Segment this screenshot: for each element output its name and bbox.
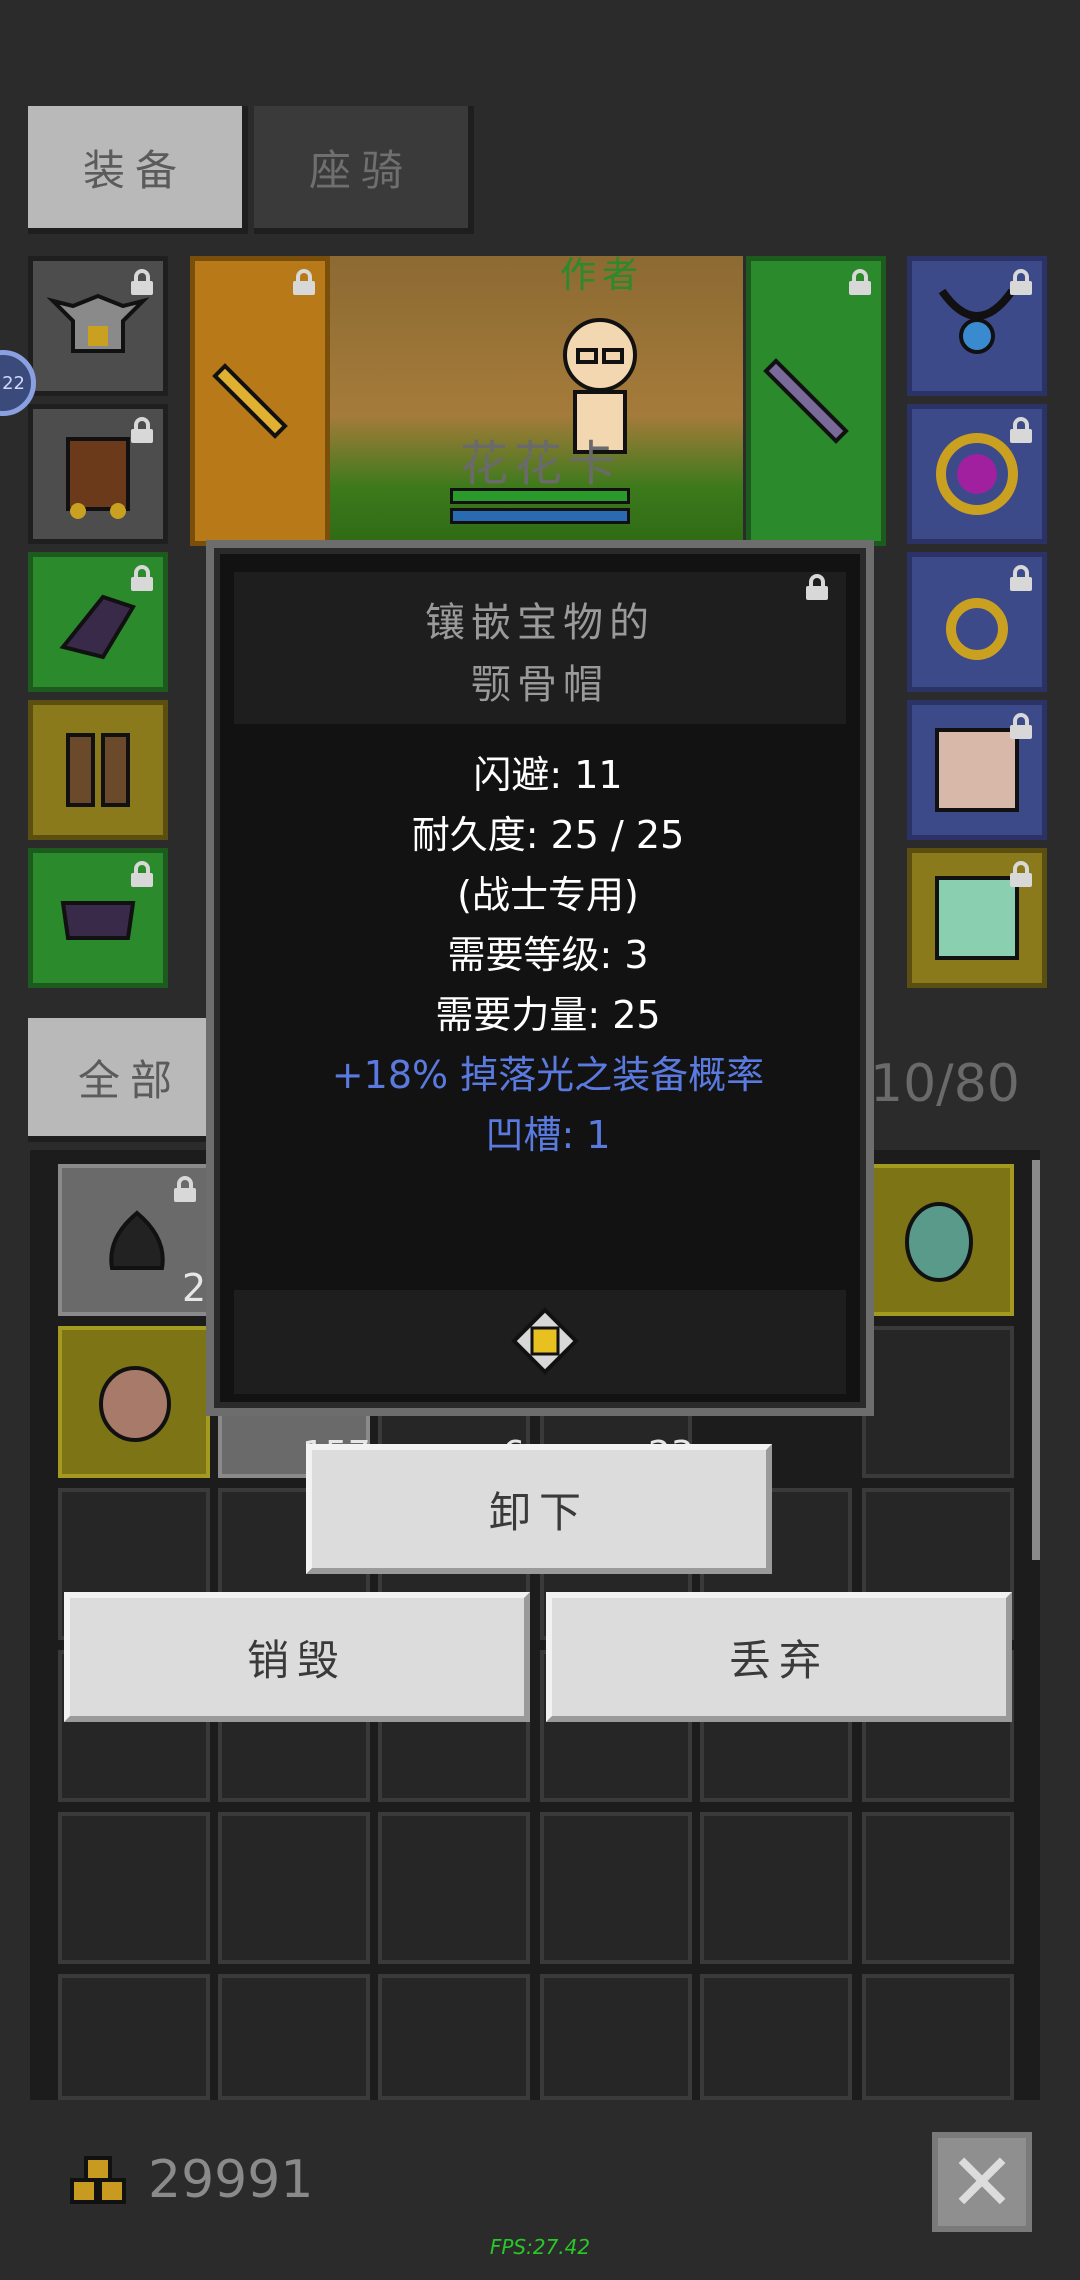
- lock-icon: [131, 861, 153, 887]
- item-name-line1: 镶嵌宝物的: [425, 600, 655, 646]
- lock-icon: [1010, 713, 1032, 739]
- inventory-cell[interactable]: [540, 1974, 692, 2100]
- green-egg-icon: [905, 1202, 973, 1282]
- brown-egg-icon: [99, 1366, 171, 1442]
- pet-slot-2[interactable]: [907, 848, 1047, 988]
- inventory-cell[interactable]: [58, 1326, 210, 1478]
- lock-icon: [1010, 861, 1032, 887]
- lock-icon: [131, 565, 153, 591]
- gold-pile-icon: [70, 2156, 126, 2204]
- lock-icon: [849, 269, 871, 295]
- inventory-cell[interactable]: [540, 1812, 692, 1964]
- inventory-cell[interactable]: [58, 1974, 210, 2100]
- side-badge-text: 22: [2, 372, 25, 394]
- lock-icon: [293, 269, 315, 295]
- dark-stone-icon: [109, 1210, 165, 1270]
- character-name: 花花卡: [460, 436, 623, 492]
- inventory-scrollbar[interactable]: [1032, 1160, 1040, 1560]
- lock-icon: [1010, 269, 1032, 295]
- stat-bonus-drop-rate: +18% 掉落光之装备概率: [331, 1053, 765, 1097]
- item-name-line2: 颚骨帽: [471, 662, 609, 708]
- item-count: 2: [182, 1266, 207, 1310]
- glove-slot[interactable]: [28, 552, 168, 692]
- inventory-cell[interactable]: [218, 1812, 370, 1964]
- inventory-cell[interactable]: [700, 1812, 852, 1964]
- socket-row: [234, 1290, 846, 1394]
- inventory-cell[interactable]: [862, 1812, 1014, 1964]
- stat-dodge: 闪避: 11: [473, 753, 623, 797]
- purple-sword-icon: [763, 358, 849, 444]
- close-button[interactable]: ✕: [932, 2132, 1032, 2232]
- boots-slot[interactable]: [28, 700, 168, 840]
- lock-icon: [1010, 565, 1032, 591]
- inventory-cell[interactable]: [862, 1326, 1014, 1478]
- inventory-cell[interactable]: [378, 1812, 530, 1964]
- helmet-slot[interactable]: [28, 256, 168, 396]
- stat-required-strength: 需要力量: 25: [435, 993, 661, 1037]
- amulet-slot[interactable]: [907, 256, 1047, 396]
- stat-durability: 耐久度: 25 / 25: [411, 813, 685, 857]
- stat-required-level: 需要等级: 3: [447, 933, 649, 977]
- gold-amount: 29991: [148, 2150, 314, 2210]
- weapon-slot[interactable]: [190, 256, 330, 546]
- offhand-slot[interactable]: [746, 256, 886, 546]
- inventory-cell[interactable]: [378, 1974, 530, 2100]
- health-bar: [450, 488, 630, 504]
- tab-equipment[interactable]: 装备: [28, 106, 248, 234]
- inventory-cell[interactable]: [218, 1974, 370, 2100]
- armor-slot[interactable]: [28, 404, 168, 544]
- ring-slot-1[interactable]: [907, 404, 1047, 544]
- inventory-cell[interactable]: 2: [58, 1164, 210, 1316]
- boots-icon: [66, 733, 130, 807]
- pants-slot[interactable]: [28, 848, 168, 988]
- ring-slot-2[interactable]: [907, 552, 1047, 692]
- socket-gem-icon: [511, 1307, 579, 1375]
- inventory-cell[interactable]: [862, 1974, 1014, 2100]
- mana-bar: [450, 508, 630, 524]
- tab-mount[interactable]: 座骑: [254, 106, 474, 234]
- item-tooltip: 镶嵌宝物的 颚骨帽 闪避: 11 耐久度: 25 / 25 (战士专用) 需要等…: [206, 540, 874, 1416]
- inventory-cell[interactable]: [58, 1812, 210, 1964]
- inventory-cell[interactable]: [700, 1974, 852, 2100]
- gold-sword-icon: [212, 363, 288, 439]
- lock-icon: [1010, 417, 1032, 443]
- discard-button[interactable]: 丢弃: [546, 1592, 1012, 1722]
- fps-counter: FPS:27.42: [489, 2235, 591, 2259]
- inventory-capacity: 10/80: [870, 1054, 1020, 1114]
- close-icon: ✕: [948, 2135, 1016, 2229]
- unequip-button[interactable]: 卸下: [306, 1444, 772, 1574]
- pet-slot-1[interactable]: [907, 700, 1047, 840]
- lock-icon[interactable]: [806, 574, 836, 608]
- stat-class-restriction: (战士专用): [457, 873, 639, 917]
- lock-icon: [131, 269, 153, 295]
- tooltip-header: 镶嵌宝物的 颚骨帽: [234, 572, 846, 724]
- stat-sockets: 凹槽: 1: [485, 1113, 611, 1157]
- character-title-label: 作者: [560, 255, 645, 296]
- lock-icon: [131, 417, 153, 443]
- inventory-cell[interactable]: [862, 1164, 1014, 1316]
- destroy-button[interactable]: 销毁: [64, 1592, 530, 1722]
